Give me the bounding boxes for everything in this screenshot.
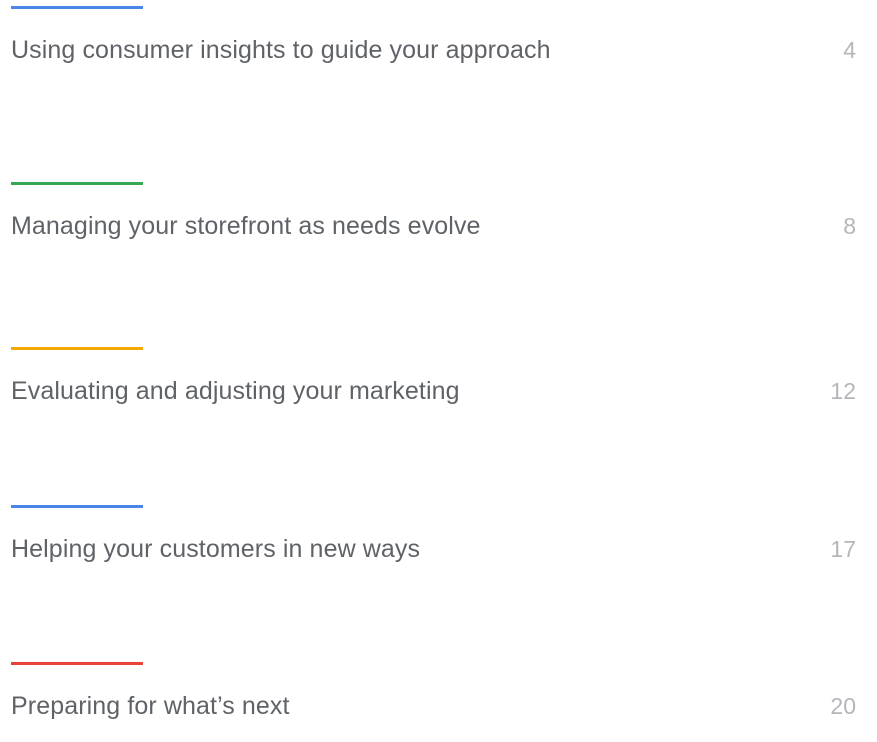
toc-entry-title[interactable]: Evaluating and adjusting your marketing — [11, 377, 460, 406]
accent-rule — [11, 347, 143, 350]
toc-entry-title[interactable]: Managing your storefront as needs evolve — [11, 212, 481, 241]
toc-entry-page-number: 12 — [830, 378, 856, 404]
accent-rule — [11, 505, 143, 508]
toc-entry-page-number: 17 — [830, 536, 856, 562]
toc-entry-title[interactable]: Using consumer insights to guide your ap… — [11, 36, 551, 65]
toc-entry-consumer-insights[interactable]: Using consumer insights to guide your ap… — [0, 6, 877, 86]
toc-entry-storefront[interactable]: Managing your storefront as needs evolve… — [0, 182, 877, 262]
table-of-contents: Using consumer insights to guide your ap… — [0, 0, 877, 730]
toc-entry-title[interactable]: Helping your customers in new ways — [11, 535, 420, 564]
toc-entry-whats-next[interactable]: Preparing for what’s next 20 — [0, 662, 877, 742]
toc-entry-page-number: 4 — [843, 37, 856, 63]
accent-rule — [11, 6, 143, 9]
accent-rule — [11, 662, 143, 665]
toc-entry-page-number: 20 — [830, 693, 856, 719]
toc-entry-page-number: 8 — [843, 213, 856, 239]
toc-entry-marketing[interactable]: Evaluating and adjusting your marketing … — [0, 347, 877, 427]
toc-entry-helping-customers[interactable]: Helping your customers in new ways 17 — [0, 505, 877, 585]
toc-entry-title[interactable]: Preparing for what’s next — [11, 692, 290, 721]
accent-rule — [11, 182, 143, 185]
